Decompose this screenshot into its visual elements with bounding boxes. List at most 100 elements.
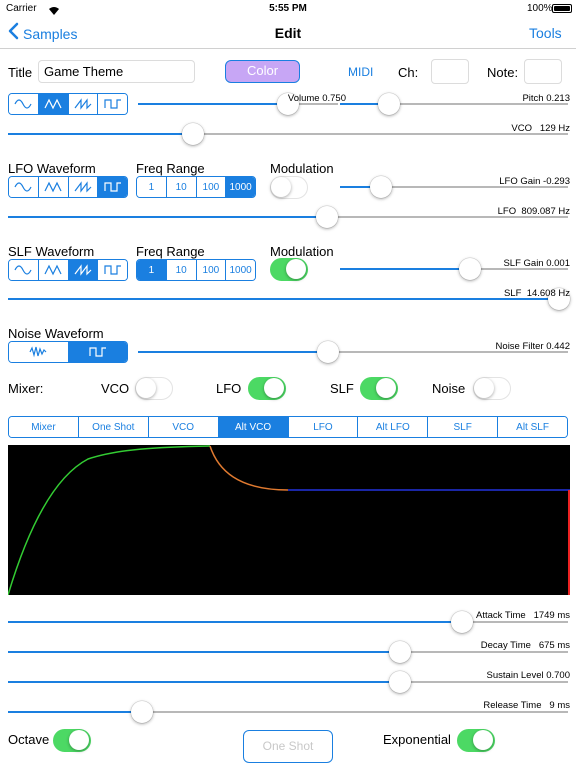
mixer-slf-toggle[interactable] [360, 377, 398, 400]
vco-frequency-label: VCO 129 Hz [460, 123, 570, 134]
midi-button[interactable]: MIDI [348, 65, 373, 79]
note-field[interactable] [524, 59, 562, 84]
slf-range-100[interactable]: 100 [196, 260, 227, 280]
lfo-range-1000[interactable]: 1000 [226, 177, 255, 197]
color-button[interactable]: Color [225, 60, 300, 83]
slf-freq-range-selector[interactable]: 1 10 100 1000 [136, 259, 256, 281]
decay-time-label: Decay Time 675 ms [420, 640, 570, 651]
square-wave-icon [104, 99, 121, 109]
exponential-toggle-knob [473, 730, 493, 750]
mixer-noise-label: Noise [432, 381, 466, 396]
envelope-curve [7, 445, 570, 596]
noise-filter-slider-thumb[interactable] [317, 341, 340, 363]
slf-frequency-readout: 14.608 Hz [526, 288, 570, 299]
tab-alt-slf[interactable]: Alt SLF [498, 417, 567, 437]
slf-wave-option-square[interactable] [98, 260, 127, 280]
one-shot-button[interactable]: One Shot [243, 730, 333, 763]
pitch-slider-thumb[interactable] [377, 93, 400, 115]
lfo-range-10[interactable]: 10 [166, 177, 197, 197]
color-button-label: Color [246, 63, 279, 78]
lfo-wave-option-tri[interactable] [38, 177, 69, 197]
square-wave-icon [104, 265, 121, 275]
title-field[interactable]: Game Theme [38, 60, 195, 83]
slf-frequency-label: SLF 14.608 Hz [440, 288, 570, 299]
mixer-noise-toggle[interactable] [473, 377, 511, 400]
mixer-lfo-toggle-knob [264, 378, 284, 398]
decay-time-slider-thumb[interactable] [389, 641, 411, 663]
lfo-freq-range-selector[interactable]: 1 10 100 1000 [136, 176, 256, 198]
square-wave-icon [104, 182, 121, 192]
slf-range-10[interactable]: 10 [166, 260, 197, 280]
decay-time-readout: 675 ms [538, 640, 570, 651]
vco-wave-option-square[interactable] [98, 94, 127, 114]
slf-wave-option-tri[interactable] [38, 260, 69, 280]
slf-modulation-toggle[interactable] [270, 258, 308, 281]
vco-waveform-selector[interactable] [8, 93, 128, 115]
tab-alt-lfo[interactable]: Alt LFO [358, 417, 429, 437]
lfo-modulation-toggle[interactable] [270, 176, 308, 199]
mixer-vco-label: VCO [101, 381, 130, 396]
release-time-name: Release Time [483, 700, 542, 711]
lfo-frequency-slider-thumb[interactable] [316, 206, 339, 228]
release-time-slider[interactable] [8, 701, 568, 723]
channel-label: Ch: [398, 65, 419, 80]
sustain-level-slider-thumb[interactable] [389, 671, 411, 693]
tab-lfo[interactable]: LFO [288, 417, 359, 437]
attack-time-slider-fill [8, 621, 462, 623]
slf-range-1000[interactable]: 1000 [226, 260, 255, 280]
decay-time-slider[interactable] [8, 641, 568, 663]
tab-one-shot[interactable]: One Shot [78, 417, 149, 437]
lfo-wave-option-saw[interactable] [68, 177, 99, 197]
slf-wave-option-sine[interactable] [9, 260, 39, 280]
slf-waveform-selector[interactable] [8, 259, 128, 281]
lfo-wave-option-square[interactable] [98, 177, 127, 197]
attack-time-readout: 1749 ms [533, 610, 570, 621]
tab-slf[interactable]: SLF [428, 417, 499, 437]
lfo-gain-slider-thumb[interactable] [370, 176, 393, 198]
lfo-frequency-label: LFO 809.087 Hz [440, 206, 570, 217]
noise-waveform-selector[interactable] [8, 341, 128, 363]
tab-mixer[interactable]: Mixer [9, 417, 79, 437]
noise-wave-option-square[interactable] [68, 342, 127, 362]
vco-wave-option-saw[interactable] [68, 94, 99, 114]
release-time-slider-thumb[interactable] [131, 701, 154, 723]
tools-button[interactable]: Tools [529, 25, 562, 41]
octave-toggle[interactable] [53, 729, 91, 752]
battery-percent: 100% [527, 3, 553, 14]
sine-wave-icon [14, 182, 32, 192]
slf-freq-range-label: Freq Range [136, 244, 205, 259]
mixer-vco-toggle[interactable] [135, 377, 173, 400]
lfo-wave-option-sine[interactable] [9, 177, 39, 197]
decay-curve [209, 445, 289, 491]
vco-wave-option-sine[interactable] [9, 94, 39, 114]
triangle-wave-icon [44, 264, 62, 276]
status-time: 5:55 PM [269, 3, 307, 14]
lfo-range-100[interactable]: 100 [196, 177, 227, 197]
decay-time-slider-fill [8, 651, 400, 653]
sawtooth-wave-icon [74, 98, 92, 110]
sustain-level-slider[interactable] [8, 671, 568, 693]
mixer-vco-toggle-knob [136, 378, 156, 398]
lfo-range-1[interactable]: 1 [137, 177, 167, 197]
mixer-lfo-toggle[interactable] [248, 377, 286, 400]
release-time-readout: 9 ms [549, 700, 570, 711]
lfo-waveform-selector[interactable] [8, 176, 128, 198]
channel-field[interactable] [431, 59, 469, 84]
slf-waveform-label: SLF Waveform [8, 244, 95, 259]
slf-wave-option-saw[interactable] [68, 260, 99, 280]
tab-alt-vco[interactable]: Alt VCO [218, 417, 289, 437]
envelope-graph [7, 445, 570, 596]
slf-range-1[interactable]: 1 [137, 260, 167, 280]
attack-time-slider[interactable] [8, 611, 568, 633]
slf-modulation-label: Modulation [270, 244, 334, 259]
exponential-toggle[interactable] [457, 729, 495, 752]
slf-gain-label: SLF Gain 0.001 [503, 258, 570, 269]
envelope-tab-bar[interactable]: Mixer One Shot VCO Alt VCO LFO Alt LFO SLF Alt … [8, 416, 568, 438]
noise-wave-option-noise[interactable] [9, 342, 69, 362]
vco-wave-option-tri[interactable] [38, 94, 69, 114]
decay-time-name: Decay Time [480, 640, 531, 651]
tab-vco[interactable]: VCO [148, 417, 219, 437]
vco-frequency-slider-thumb[interactable] [181, 123, 204, 145]
sine-wave-icon [14, 265, 32, 275]
vco-frequency-name: VCO [511, 123, 532, 134]
